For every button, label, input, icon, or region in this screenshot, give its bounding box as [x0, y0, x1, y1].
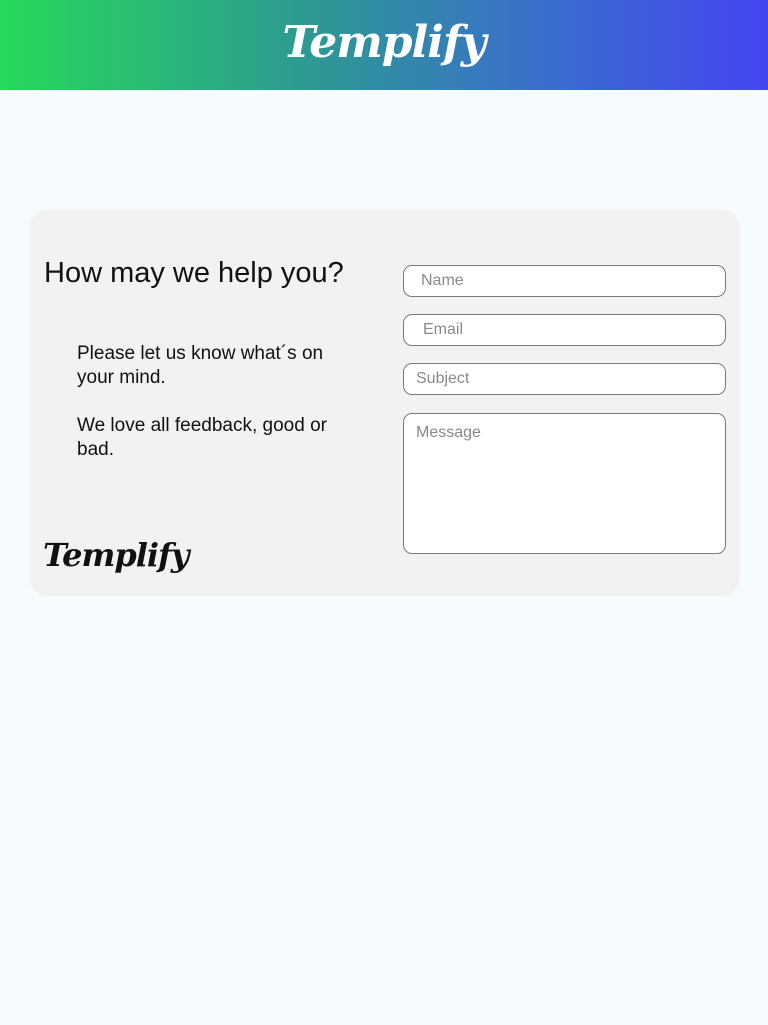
- contact-intro-text: Please let us know what´s on your mind.: [77, 343, 324, 388]
- card-logo: Templify: [43, 536, 189, 574]
- contact-feedback-text: We love all feedback, good or bad.: [77, 415, 327, 460]
- name-input[interactable]: [403, 265, 726, 297]
- email-input[interactable]: [403, 314, 726, 346]
- contact-card: How may we help you? Please let us know …: [29, 210, 740, 596]
- header-logo[interactable]: Templify: [283, 17, 487, 68]
- subject-input[interactable]: [403, 363, 726, 395]
- header-bar: Templify: [0, 0, 768, 90]
- contact-heading: How may we help you?: [44, 257, 344, 289]
- message-textarea[interactable]: [403, 413, 726, 554]
